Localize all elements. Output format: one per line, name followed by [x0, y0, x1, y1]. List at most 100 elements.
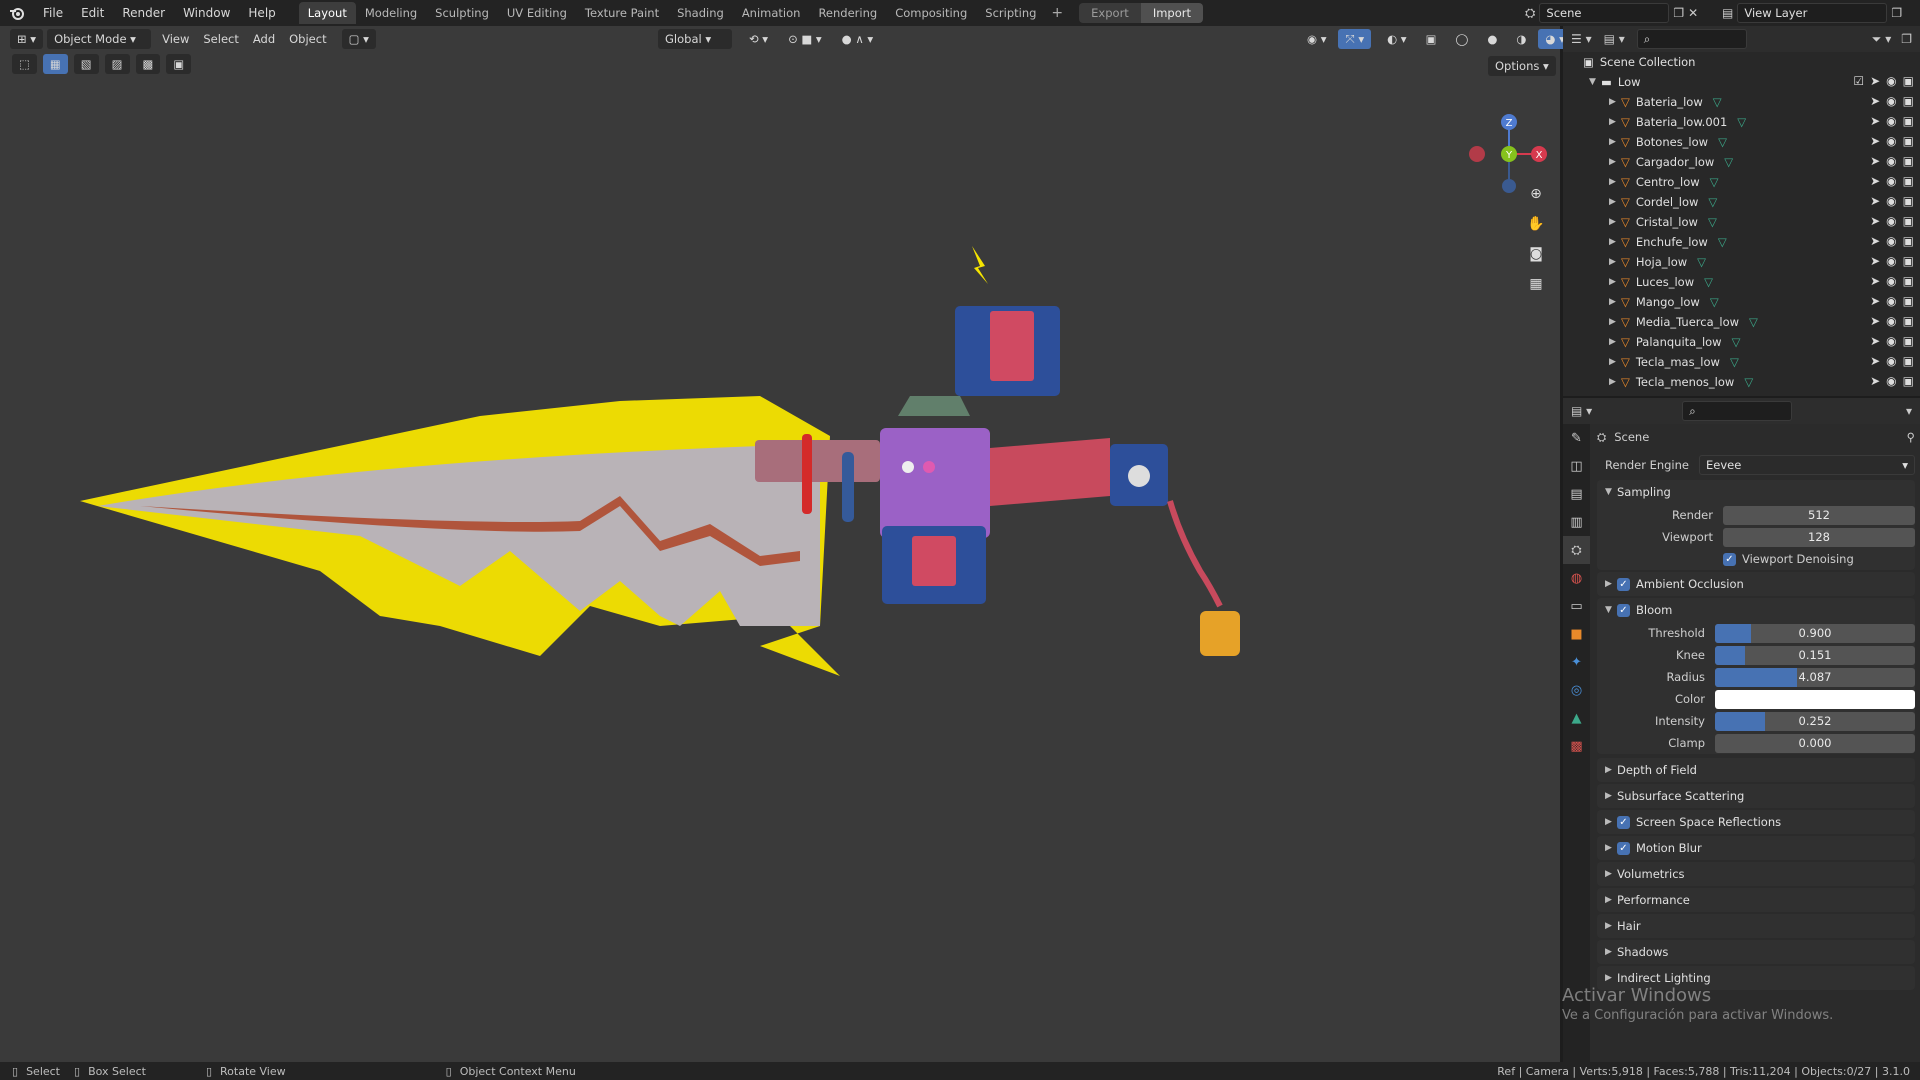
texture-tab-icon[interactable]: ▩ [1563, 732, 1590, 760]
blender-logo-icon[interactable] [0, 0, 34, 26]
expand-icon[interactable]: ▶ [1609, 137, 1621, 147]
section-checkbox[interactable]: ✓ [1617, 815, 1630, 829]
eye-icon[interactable]: ◉ [1886, 74, 1896, 88]
tab-modeling[interactable]: Modeling [356, 2, 426, 24]
expand-icon[interactable]: ▶ [1609, 317, 1621, 327]
outliner-object-row[interactable]: ▶ ▽ Botones_low ▽ ➤ ◉ ▣ [1563, 132, 1920, 152]
render-tab-icon[interactable]: ◫ [1563, 452, 1590, 480]
camera-icon[interactable]: ▣ [1903, 74, 1914, 88]
select-arrow-icon[interactable]: ➤ [1870, 94, 1880, 108]
new-collection-icon[interactable]: ❐ [1901, 32, 1912, 46]
camera-icon[interactable]: ▣ [1903, 174, 1914, 188]
select-arrow-icon[interactable]: ➤ [1870, 354, 1880, 368]
camera-icon[interactable]: ▣ [1903, 214, 1914, 228]
weapon-model-render[interactable] [60, 206, 1460, 846]
outliner-object-row[interactable]: ▶ ▽ Tecla_mas_low ▽ ➤ ◉ ▣ [1563, 352, 1920, 372]
bloom-color-swatch[interactable] [1715, 689, 1915, 709]
section-header[interactable]: ▶ Shadows [1597, 940, 1915, 964]
tab-texture-paint[interactable]: Texture Paint [576, 2, 668, 24]
properties-type-icon[interactable]: ▤ ▾ [1571, 404, 1592, 418]
ambient-occlusion-checkbox[interactable]: ✓ [1617, 577, 1630, 591]
new-view-layer-icon[interactable]: ❐ [1891, 6, 1902, 20]
outliner-object-row[interactable]: ▶ ▽ Media_Tuerca_low ▽ ➤ ◉ ▣ [1563, 312, 1920, 332]
collection-tab-icon[interactable]: ▭ [1563, 592, 1590, 620]
add-workspace-icon[interactable]: + [1045, 5, 1069, 21]
camera-icon[interactable]: ▣ [1903, 94, 1914, 108]
tool-icon[interactable]: ⬚ [12, 54, 37, 74]
expand-icon[interactable]: ▶ [1609, 197, 1621, 207]
radius-slider[interactable]: 4.087 [1715, 667, 1915, 687]
collection-low-row[interactable]: ▼ ▬ Low ☑ ➤ ◉ ▣ [1563, 72, 1920, 92]
eye-icon[interactable]: ◉ [1886, 374, 1896, 388]
xray-icon[interactable]: ▣ [1419, 29, 1444, 49]
solid-icon[interactable]: ● [1480, 29, 1504, 49]
section-header[interactable]: ▶ Volumetrics [1597, 862, 1915, 886]
viewport-samples-field[interactable]: 128 [1723, 527, 1915, 547]
outliner-type-icon[interactable]: ☰ ▾ [1571, 32, 1592, 46]
camera-icon[interactable]: ▣ [1903, 274, 1914, 288]
eye-icon[interactable]: ◉ [1886, 234, 1896, 248]
outliner-object-row[interactable]: ▶ ▽ Cargador_low ▽ ➤ ◉ ▣ [1563, 152, 1920, 172]
expand-icon[interactable]: ▶ [1609, 237, 1621, 247]
expand-icon[interactable]: ▶ [1609, 277, 1621, 287]
3d-viewport[interactable]: ⊞ ▾ Object Mode ▾ View Select Add Object… [0, 26, 1572, 1062]
select-arrow-icon[interactable]: ➤ [1870, 294, 1880, 308]
grid-toggle-icon[interactable]: ▦ [1524, 272, 1548, 296]
tab-shading[interactable]: Shading [668, 2, 733, 24]
menu-view[interactable]: View [155, 29, 196, 49]
outliner-object-row[interactable]: ▶ ▽ Luces_low ▽ ➤ ◉ ▣ [1563, 272, 1920, 292]
physics-tab-icon[interactable]: ◎ [1563, 676, 1590, 704]
navigation-gizmo[interactable]: Z X Y [1468, 84, 1564, 194]
camera-icon[interactable]: ▣ [1903, 254, 1914, 268]
filter-icon[interactable]: ⏷ ▾ [1872, 32, 1891, 47]
pan-hand-icon[interactable]: ✋ [1524, 212, 1548, 236]
knee-slider[interactable]: 0.151 [1715, 645, 1915, 665]
outliner-object-row[interactable]: ▶ ▽ Palanquita_low ▽ ➤ ◉ ▣ [1563, 332, 1920, 352]
camera-icon[interactable]: ▣ [1903, 314, 1914, 328]
camera-icon[interactable]: ▣ [1903, 374, 1914, 388]
world-tab-icon[interactable]: ◍ [1563, 564, 1590, 592]
select-arrow-icon[interactable]: ➤ [1870, 134, 1880, 148]
zoom-icon[interactable]: ⊕ [1524, 182, 1548, 206]
outliner-object-row[interactable]: ▶ ▽ Enchufe_low ▽ ➤ ◉ ▣ [1563, 232, 1920, 252]
outliner-object-row[interactable]: ▶ ▽ Tecla_menos_low ▽ ➤ ◉ ▣ [1563, 372, 1920, 392]
eye-icon[interactable]: ◉ [1886, 134, 1896, 148]
tab-uv-editing[interactable]: UV Editing [498, 2, 576, 24]
scene-collection-row[interactable]: ▣ Scene Collection [1563, 52, 1920, 72]
menu-select[interactable]: Select [196, 29, 245, 49]
camera-icon[interactable]: ▣ [1903, 334, 1914, 348]
eye-icon[interactable]: ◉ [1886, 154, 1896, 168]
section-checkbox[interactable]: ✓ [1617, 841, 1630, 855]
camera-view-icon[interactable]: ◙ [1524, 242, 1548, 266]
menu-file[interactable]: File [34, 0, 72, 26]
expand-icon[interactable]: ▼ [1589, 77, 1601, 87]
outliner-object-row[interactable]: ▶ ▽ Cristal_low ▽ ➤ ◉ ▣ [1563, 212, 1920, 232]
snap-icon[interactable]: ⊙ ■ ▾ [781, 29, 829, 49]
select-extend-icon[interactable]: ▧ [73, 54, 99, 74]
tool-tab-icon[interactable]: ✎ [1563, 424, 1590, 452]
expand-icon[interactable]: ▶ [1609, 357, 1621, 367]
eye-icon[interactable]: ◉ [1886, 294, 1896, 308]
properties-search-input[interactable]: ⌕ [1682, 401, 1793, 421]
camera-icon[interactable]: ▣ [1903, 194, 1914, 208]
gizmo-icon[interactable]: ⤧ ▾ [1338, 29, 1372, 49]
eye-icon[interactable]: ◉ [1886, 354, 1896, 368]
object-tab-icon[interactable]: ■ [1563, 620, 1590, 648]
menu-window[interactable]: Window [174, 0, 239, 26]
delete-scene-icon[interactable]: ✕ [1688, 6, 1698, 20]
eye-icon[interactable]: ◉ [1886, 94, 1896, 108]
denoising-checkbox[interactable]: ✓ [1723, 552, 1736, 566]
outliner-object-row[interactable]: ▶ ▽ Hoja_low ▽ ➤ ◉ ▣ [1563, 252, 1920, 272]
image-icon[interactable]: ▢ ▾ [341, 29, 376, 49]
camera-icon[interactable]: ▣ [1903, 294, 1914, 308]
tab-rendering[interactable]: Rendering [809, 2, 886, 24]
menu-edit[interactable]: Edit [72, 0, 113, 26]
properties-options-icon[interactable]: ▾ [1906, 404, 1912, 418]
view-layer-tab-icon[interactable]: ▥ [1563, 508, 1590, 536]
checkbox-icon[interactable]: ☑ [1853, 74, 1864, 88]
expand-icon[interactable]: ▶ [1609, 257, 1621, 267]
eye-icon[interactable]: ◉ [1886, 114, 1896, 128]
scene-tab-icon[interactable]: ⛭ [1563, 536, 1590, 564]
new-scene-icon[interactable]: ❐ [1673, 6, 1684, 20]
select-arrow-icon[interactable]: ➤ [1870, 234, 1880, 248]
